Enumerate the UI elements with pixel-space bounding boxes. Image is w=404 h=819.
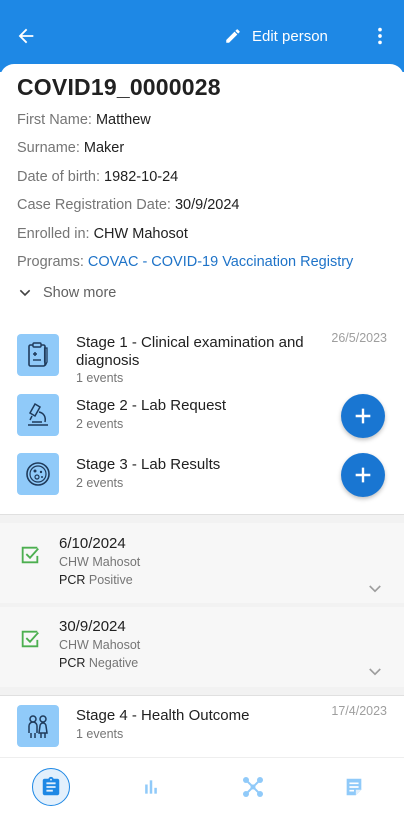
attr-enrolled-in: Enrolled in: CHW Mahosot (17, 226, 188, 242)
event-org-unit: CHW Mahosot (59, 555, 141, 569)
stage-4-date: 17/4/2023 (331, 704, 387, 718)
relationships-icon (243, 777, 263, 797)
nav-analytics[interactable] (132, 768, 170, 806)
attr-label: Date of birth: (17, 169, 101, 185)
event-data-value: PCR Negative (59, 656, 138, 670)
clipboard-icon (28, 342, 48, 367)
arrow-back-icon (18, 28, 34, 44)
stage-1-icon-box (17, 334, 59, 376)
checkbox-checked-icon (21, 546, 39, 564)
event-card[interactable]: 6/10/2024 CHW Mahosot PCR Positive (0, 523, 404, 603)
more-vert-icon (378, 27, 382, 45)
stage-3-count: 2 events (76, 476, 124, 490)
nav-relationships[interactable] (234, 768, 272, 806)
nav-dashboard[interactable] (32, 768, 70, 806)
event-data-result: Positive (88, 573, 133, 587)
attr-value: Matthew (95, 112, 151, 128)
tei-id-title: COVID19_0000028 (17, 74, 221, 100)
attr-first-name: First Name: Matthew (17, 112, 151, 128)
event-card[interactable]: 30/9/2024 CHW Mahosot PCR Negative (0, 607, 404, 687)
event-data-label: PCR (59, 573, 86, 587)
show-more-toggle[interactable]: Show more (17, 285, 116, 301)
chevron-down-icon[interactable] (366, 663, 384, 681)
event-data-value: PCR Positive (59, 573, 133, 587)
attr-label: Enrolled in: (17, 226, 90, 242)
dashboard-icon (42, 776, 60, 796)
stage-4-icon-box (17, 705, 59, 747)
event-data-label: PCR (59, 656, 86, 670)
stage-3-events-panel: 6/10/2024 CHW Mahosot PCR Positive 30/9/… (0, 514, 404, 696)
stage-4-count: 1 events (76, 727, 124, 741)
chevron-down-icon[interactable] (366, 580, 384, 598)
nav-notes[interactable] (335, 768, 373, 806)
stage-3-icon-box (17, 453, 59, 495)
edit-person-button[interactable]: Edit person (224, 22, 328, 50)
attr-value: CHW Mahosot (93, 226, 188, 242)
attr-value: 30/9/2024 (174, 197, 240, 213)
attr-label: Surname: (17, 140, 80, 156)
plus-icon (355, 408, 371, 424)
bottom-navigation (0, 757, 404, 819)
attr-surname: Surname: Maker (17, 140, 124, 156)
analytics-icon (145, 780, 157, 794)
stage-2-icon-box (17, 394, 59, 436)
attr-label: Case Registration Date: (17, 197, 171, 213)
back-button[interactable] (10, 22, 42, 50)
app-bar: Edit person (0, 0, 404, 72)
notes-icon (346, 778, 362, 796)
attr-programs: Programs: COVAC - COVID-19 Vaccination R… (17, 254, 353, 270)
stage-2-title[interactable]: Stage 2 - Lab Request (76, 397, 226, 415)
stage-3-title[interactable]: Stage 3 - Lab Results (76, 456, 220, 474)
programs-link[interactable]: COVAC - COVID-19 Vaccination Registry (88, 254, 353, 270)
chevron-down-icon (19, 289, 31, 297)
edit-person-label: Edit person (252, 27, 328, 45)
event-date: 30/9/2024 (59, 618, 126, 635)
stage-1-title[interactable]: Stage 1 - Clinical examination and diagn… (76, 334, 316, 370)
petri-dish-icon (26, 462, 50, 486)
attr-value: 1982-10-24 (104, 169, 179, 185)
microscope-icon (28, 402, 48, 426)
add-event-stage-2-button[interactable] (341, 394, 385, 438)
add-event-stage-3-button[interactable] (341, 453, 385, 497)
stage-4-title[interactable]: Stage 4 - Health Outcome (76, 707, 249, 725)
checkbox-checked-icon (21, 630, 39, 648)
event-org-unit: CHW Mahosot (59, 638, 141, 652)
attr-date-of-birth: Date of birth: 1982-10-24 (17, 169, 178, 185)
more-options-button[interactable] (366, 22, 394, 50)
attr-label: Programs: (17, 254, 84, 270)
people-icon (28, 715, 48, 738)
attr-value: Maker (83, 140, 125, 156)
attr-label: First Name: (17, 112, 92, 128)
pencil-icon (226, 29, 240, 43)
details-card (0, 64, 404, 320)
event-data-result: Negative (88, 656, 139, 670)
stage-2-count: 2 events (76, 417, 124, 431)
stage-1-date: 26/5/2023 (331, 331, 387, 345)
stage-1-count: 1 events (76, 371, 124, 385)
show-more-label: Show more (43, 285, 117, 301)
attr-case-registration-date: Case Registration Date: 30/9/2024 (17, 197, 239, 213)
event-date: 6/10/2024 (59, 535, 126, 552)
plus-icon (355, 467, 371, 483)
